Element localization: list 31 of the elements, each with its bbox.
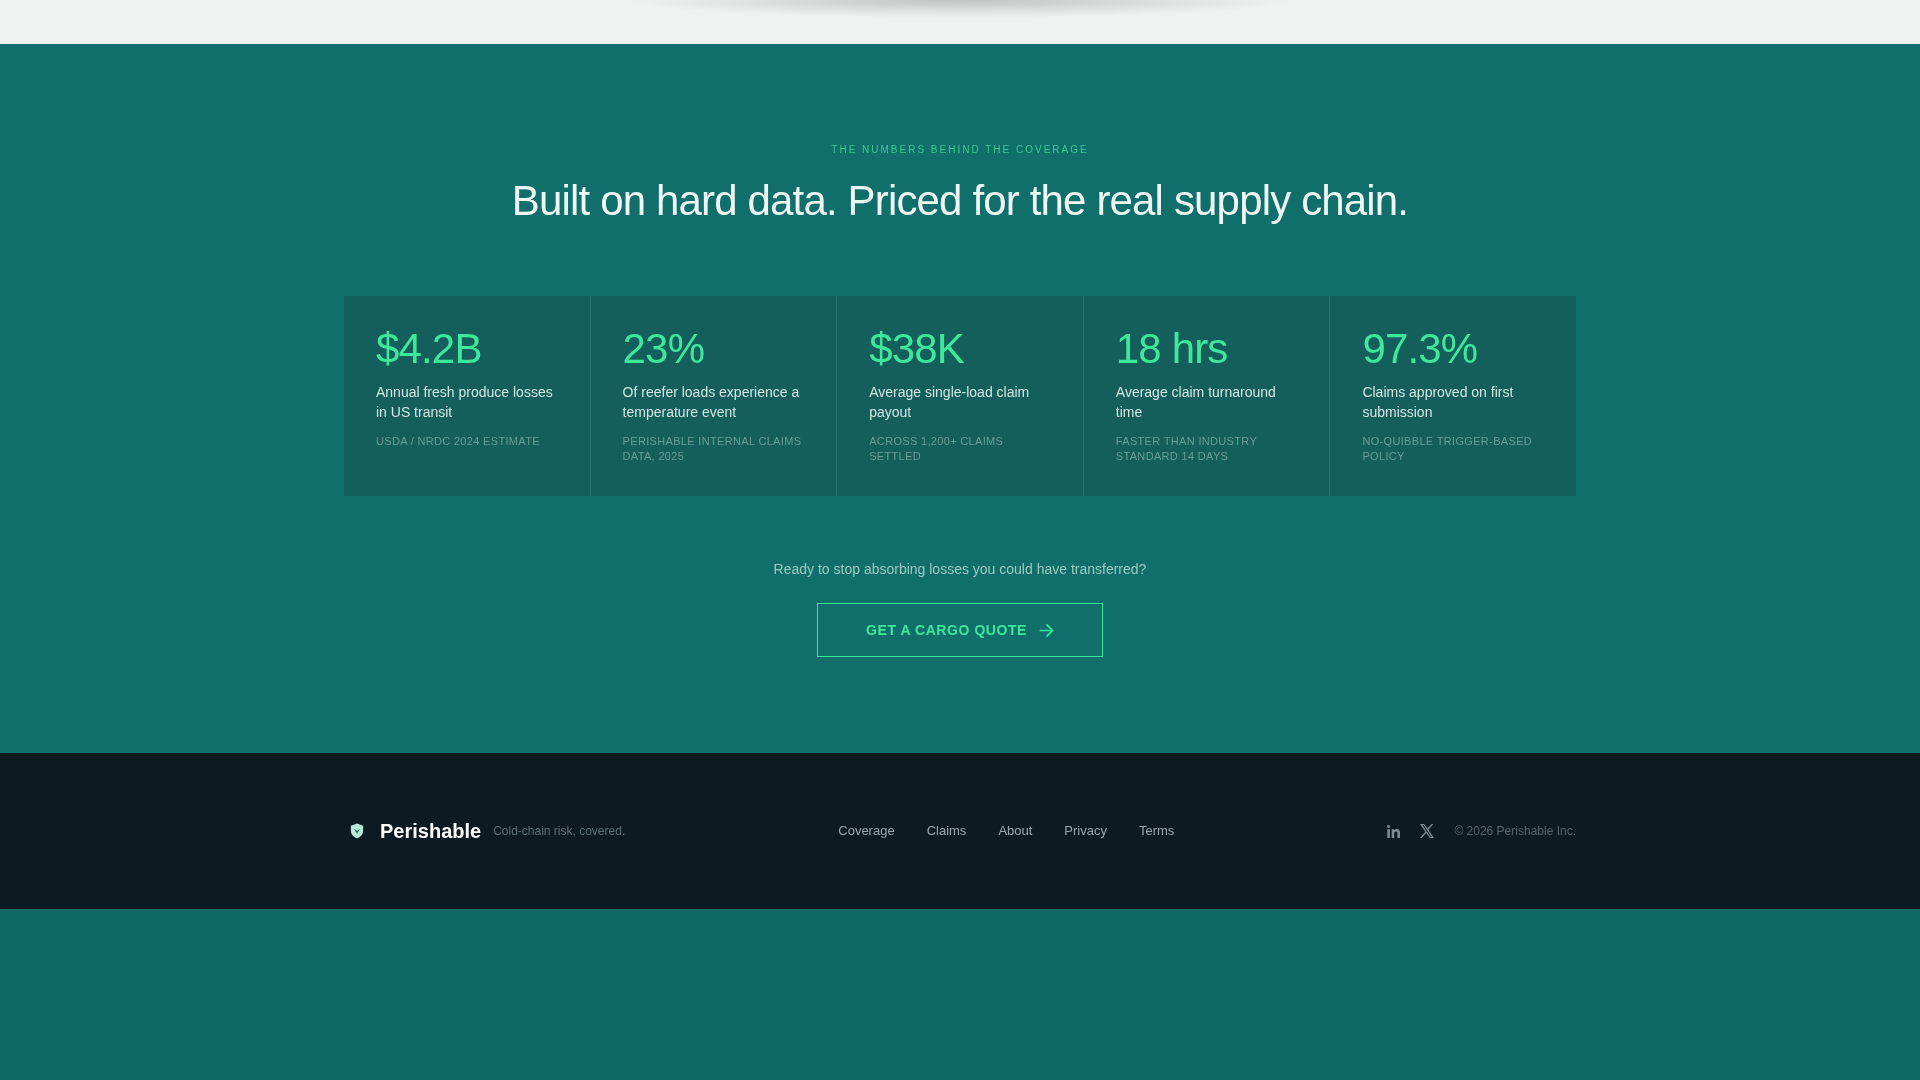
get-quote-button[interactable]: GET A CARGO QUOTE: [817, 603, 1103, 657]
stat-value: 97.3%: [1362, 328, 1478, 370]
brand-name: Perishable: [380, 819, 482, 843]
stat-value: $4.2B: [376, 328, 482, 370]
stat-source: ACROSS 1,200+ CLAIMS SETTLED: [869, 434, 1005, 464]
copyright-text: © 2026 Perishable Inc.: [1454, 823, 1576, 839]
footer-link[interactable]: Privacy: [1064, 822, 1107, 840]
section-heading: Built on hard data. Priced for the real supply chain.: [511, 176, 1409, 226]
stat-description: Average single-load claim payout: [869, 383, 1031, 422]
stat-source: PERISHABLE INTERNAL CLAIMS DATA, 2025: [622, 434, 803, 464]
stat-source: FASTER THAN INDUSTRY STANDARD 14 DAYS: [1115, 434, 1258, 464]
footer-link[interactable]: Terms: [1139, 822, 1175, 840]
arrow-right-icon: [1038, 622, 1054, 638]
stat-description: Average claim turnaround time: [1115, 383, 1277, 422]
stat-value: $38K: [869, 328, 964, 370]
brand-tagline: Cold-chain risk, covered.: [493, 823, 626, 839]
stat-description: Of reefer loads experience a temperature event: [622, 383, 801, 422]
footer-link[interactable]: Coverage: [838, 822, 895, 840]
stat-description: Annual fresh produce losses in US transit: [376, 383, 554, 422]
cta-prompt: Ready to stop absorbing losses you could have transferred?: [773, 560, 1147, 579]
section-eyebrow: THE NUMBERS BEHIND THE COVERAGE: [831, 143, 1089, 157]
footer-link[interactable]: About: [998, 822, 1033, 840]
linkedin-icon[interactable]: [1387, 824, 1401, 838]
x-logo-icon[interactable]: [1420, 824, 1435, 838]
stat-source: USDA / NRDC 2024 ESTIMATE: [376, 434, 540, 449]
stat-source: NO-QUIBBLE TRIGGER-BASED POLICY: [1362, 434, 1534, 464]
stat-description: Claims approved on first submission: [1362, 383, 1515, 422]
stat-value: 18 hrs: [1115, 328, 1228, 370]
stat-value: 23%: [622, 328, 705, 370]
shield-icon: [350, 823, 364, 839]
footer-link[interactable]: Claims: [926, 822, 967, 840]
